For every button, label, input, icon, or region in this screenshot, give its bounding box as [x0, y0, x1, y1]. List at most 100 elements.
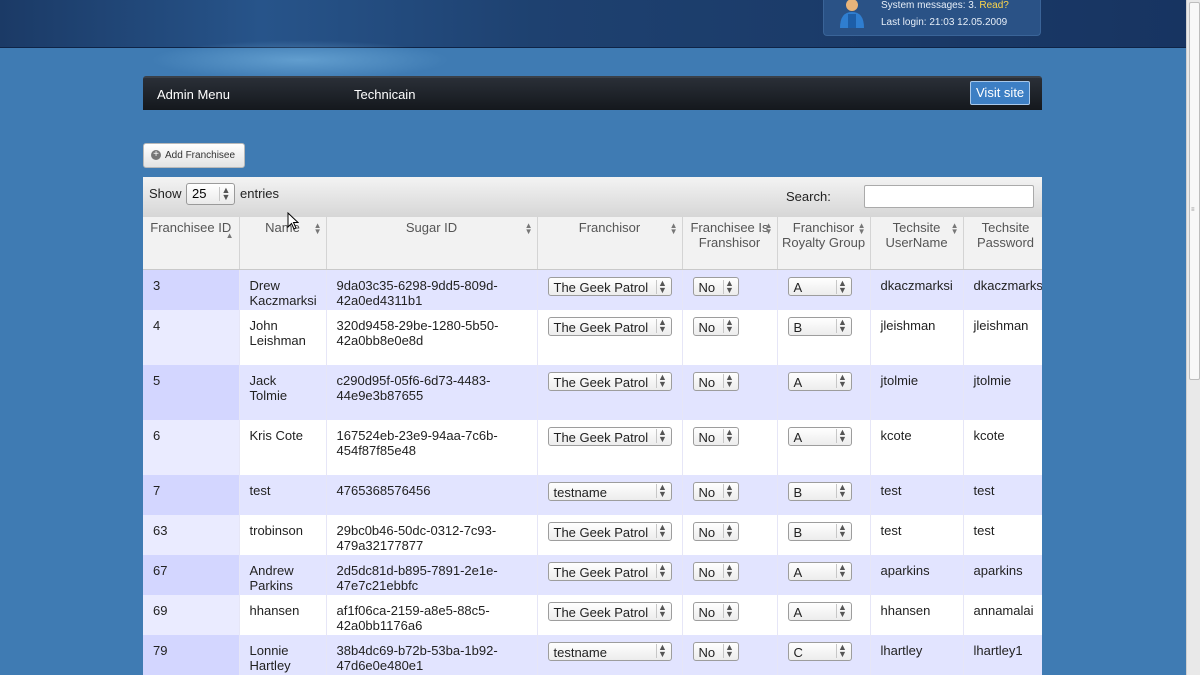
- column-header-label: Sugar ID: [405, 220, 458, 235]
- cell-royalty-group-select[interactable]: B ▲ ▼: [787, 481, 852, 501]
- column-header-username[interactable]: Techsite UserName ▲ ▼: [870, 217, 964, 270]
- updown-arrows-icon: ▲ ▼: [655, 523, 669, 539]
- grip-icon: ≡: [1191, 207, 1195, 213]
- table-row[interactable]: 4 John Leishman 320d9458-29be-1280-5b50-42…: [143, 309, 1042, 365]
- cell-is-franchisor-select[interactable]: No ▲ ▼: [692, 316, 739, 336]
- cell-franchisor-select[interactable]: The Geek Patrol ▲ ▼: [547, 521, 672, 541]
- cell-name-text: Andrew Parkins: [249, 562, 294, 593]
- cell-franchisor-select[interactable]: The Geek Patrol ▲ ▼: [547, 277, 672, 296]
- cell-royalty-group-select[interactable]: A ▲ ▼: [787, 371, 852, 391]
- cell-royalty-group-select[interactable]: B ▲ ▼: [787, 316, 852, 336]
- table-row[interactable]: 79 Lonnie Hartley 38b4dc69-b72b-53ba-1b92-…: [143, 634, 1042, 675]
- cell-royalty-group-select[interactable]: A ▲ ▼: [787, 426, 852, 446]
- scrollbar-thumb[interactable]: ≡: [1189, 2, 1200, 380]
- nav-admin-menu[interactable]: Admin Menu: [157, 87, 230, 102]
- cell-is-franchisor-select[interactable]: No ▲ ▼: [692, 481, 739, 501]
- column-header-franchisor[interactable]: Franchisor ▲ ▼: [537, 217, 683, 270]
- table-row[interactable]: 6 Kris Cote 167524eb-23e9-94aa-7c6b-454f87…: [143, 419, 1042, 475]
- page-length-select[interactable]: 25 ▲ ▼: [186, 183, 235, 205]
- cell-is-franchisor-value: No: [698, 280, 716, 295]
- cell-sugar-id: 320d9458-29be-1280-5b50-42a0bb8e0e8d: [326, 309, 538, 365]
- cell-franchisor-value: The Geek Patrol: [553, 564, 649, 580]
- column-header-is-franchisor[interactable]: Franchisee Is Franshisor ▲ ▼: [682, 217, 778, 270]
- cell-username: lhartley: [870, 634, 964, 675]
- cell-franchisor-select[interactable]: The Geek Patrol ▲ ▼: [547, 601, 672, 621]
- add-franchisee-button[interactable]: + Add Franchisee: [143, 143, 245, 168]
- cell-franchisee-id: 5: [143, 364, 240, 420]
- column-header-name[interactable]: Name ▲ ▼: [239, 217, 327, 270]
- cell-royalty-group-select[interactable]: C ▲ ▼: [787, 641, 852, 661]
- cell-royalty-group-value: C: [793, 644, 803, 660]
- cell-royalty-group-select[interactable]: A ▲ ▼: [787, 277, 852, 296]
- table-body: 3 Drew Kaczmarksi 9da03c35-6298-9dd5-809d-…: [143, 269, 1042, 675]
- cell-franchisor: The Geek Patrol ▲ ▼: [537, 269, 683, 310]
- cell-royalty-group-select[interactable]: A ▲ ▼: [787, 601, 852, 621]
- cell-is-franchisor: No ▲ ▼: [682, 419, 778, 475]
- column-header-password[interactable]: Techsite Password: [963, 217, 1042, 270]
- cell-password: lhartley1: [963, 634, 1042, 675]
- column-header-label: Franchisee Is Franshisor: [690, 220, 769, 250]
- page-scrollbar[interactable]: ≡: [1186, 0, 1200, 675]
- cell-royalty-group-select[interactable]: A ▲ ▼: [787, 561, 852, 581]
- column-header-franchisee-id[interactable]: Franchisee ID ▲: [143, 217, 240, 270]
- updown-arrows-icon: ▲ ▼: [835, 643, 849, 659]
- cell-franchisee-id-text: 4: [153, 317, 161, 333]
- column-header-sugar-id[interactable]: Sugar ID ▲ ▼: [326, 217, 538, 270]
- cell-username: test: [870, 514, 964, 555]
- table-row[interactable]: 69 hhansen af1f06ca-2159-a8e5-88c5-42a0bb1…: [143, 594, 1042, 635]
- cell-royalty-group-value: B: [793, 484, 803, 500]
- nav-technicain[interactable]: Technicain: [354, 87, 415, 102]
- cell-franchisor-select[interactable]: testname ▲ ▼: [547, 641, 672, 661]
- cell-is-franchisor-value: No: [698, 644, 716, 660]
- updown-arrows-icon: ▲ ▼: [722, 523, 736, 539]
- cell-password: aparkins: [963, 554, 1042, 595]
- updown-arrows-icon: ▲ ▼: [722, 318, 736, 334]
- cell-franchisor-select[interactable]: The Geek Patrol ▲ ▼: [547, 561, 672, 581]
- table-row[interactable]: 67 Andrew Parkins 2d5dc81d-b895-7891-2e1e-…: [143, 554, 1042, 595]
- table-row[interactable]: 3 Drew Kaczmarksi 9da03c35-6298-9dd5-809d-…: [143, 269, 1042, 310]
- user-info-panel: System messages: 3. Read? Last login: 21…: [823, 0, 1041, 36]
- column-header-royalty-group[interactable]: Franchisor Royalty Group ▲ ▼: [777, 217, 871, 270]
- table-row[interactable]: 7 test 4765368576456 testname ▲ ▼ No ▲ ▼ B ▲ ▼ test t…: [143, 474, 1042, 515]
- cell-is-franchisor: No ▲ ▼: [682, 514, 778, 555]
- cell-royalty-group: A ▲ ▼: [777, 554, 871, 595]
- cell-franchisor: testname ▲ ▼: [537, 474, 683, 515]
- cell-username-text: kcote: [880, 427, 912, 443]
- cell-name-text: hhansen: [249, 602, 300, 618]
- cell-username: aparkins: [870, 554, 964, 595]
- table-row[interactable]: 5 Jack Tolmie c290d95f-05f6-6d73-4483-44e9…: [143, 364, 1042, 420]
- cell-password-text: jleishman: [973, 317, 1029, 333]
- cell-is-franchisor: No ▲ ▼: [682, 309, 778, 365]
- cell-is-franchisor-select[interactable]: No ▲ ▼: [692, 426, 739, 446]
- cell-is-franchisor-select[interactable]: No ▲ ▼: [692, 521, 739, 541]
- cell-franchisee-id-text: 69: [153, 602, 168, 618]
- read-messages-link[interactable]: Read?: [979, 0, 1008, 11]
- cell-sugar-id-text: 2d5dc81d-b895-7891-2e1e-47e7c21ebbfc: [336, 562, 498, 593]
- cell-is-franchisor-select[interactable]: No ▲ ▼: [692, 371, 739, 391]
- cell-franchisor-select[interactable]: The Geek Patrol ▲ ▼: [547, 426, 672, 446]
- visit-site-button[interactable]: Visit site: [970, 81, 1031, 105]
- cell-franchisee-id-text: 67: [153, 562, 168, 578]
- search-input[interactable]: [864, 185, 1034, 208]
- cell-sugar-id: 2d5dc81d-b895-7891-2e1e-47e7c21ebbfc: [326, 554, 538, 595]
- cell-sugar-id-text: af1f06ca-2159-a8e5-88c5-42a0bb1176a6: [336, 602, 490, 633]
- cell-royalty-group: A ▲ ▼: [777, 269, 871, 310]
- sort-both-icon: ▲ ▼: [950, 221, 959, 236]
- table-row[interactable]: 63 trobinson 29bc0b46-50dc-0312-7c93-479a3…: [143, 514, 1042, 555]
- cell-name: Lonnie Hartley: [239, 634, 327, 675]
- cell-name: hhansen: [239, 594, 327, 635]
- cell-franchisor: The Geek Patrol ▲ ▼: [537, 419, 683, 475]
- cell-is-franchisor-select[interactable]: No ▲ ▼: [692, 561, 739, 581]
- cell-name-text: Drew Kaczmarksi: [249, 278, 317, 308]
- cell-franchisor-select[interactable]: The Geek Patrol ▲ ▼: [547, 316, 672, 336]
- cell-password: dkaczmarksi: [963, 269, 1042, 310]
- cell-is-franchisor-select[interactable]: No ▲ ▼: [692, 277, 739, 296]
- cell-sugar-id: 4765368576456: [326, 474, 538, 515]
- cell-franchisor-select[interactable]: testname ▲ ▼: [547, 481, 672, 501]
- updown-arrows-icon: ▲ ▼: [219, 186, 232, 202]
- cell-is-franchisor: No ▲ ▼: [682, 634, 778, 675]
- cell-franchisor-select[interactable]: The Geek Patrol ▲ ▼: [547, 371, 672, 391]
- cell-is-franchisor-select[interactable]: No ▲ ▼: [692, 641, 739, 661]
- cell-royalty-group-select[interactable]: B ▲ ▼: [787, 521, 852, 541]
- cell-is-franchisor-select[interactable]: No ▲ ▼: [692, 601, 739, 621]
